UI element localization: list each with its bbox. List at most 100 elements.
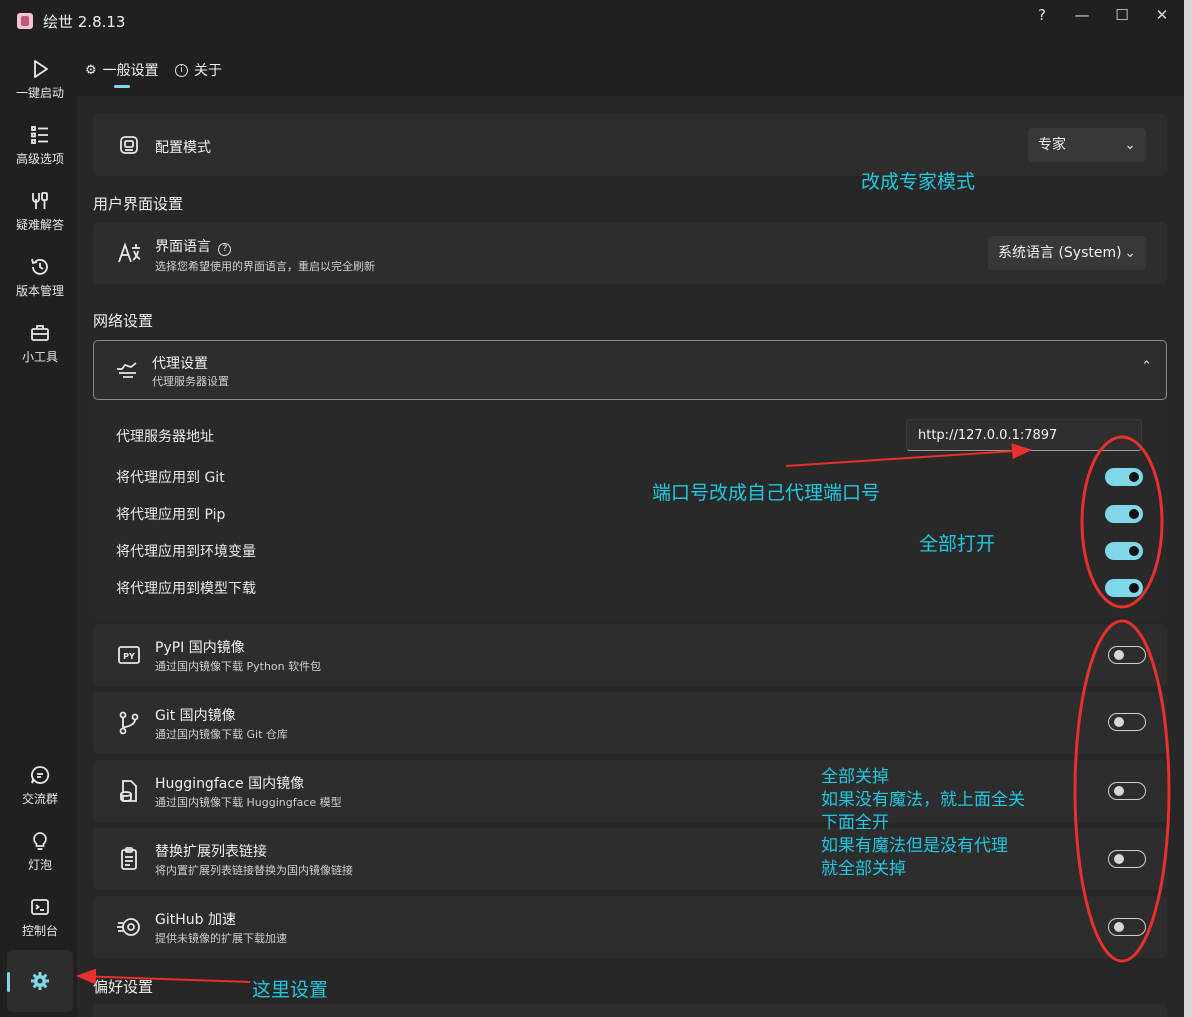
github-accel-toggle[interactable] [1108, 918, 1146, 936]
sidebar-item-label: 高级选项 [15, 152, 64, 166]
annotation-line: 如果没有魔法，就上面全关 [821, 790, 1025, 810]
speed-icon [117, 918, 140, 936]
huggingface-mirror-toggle[interactable] [1108, 782, 1146, 800]
svg-text:PY: PY [123, 652, 135, 661]
sidebar-item-launch[interactable]: 一键启动 [7, 50, 73, 112]
mirror-subtitle: 提供未镜像的扩展下载加速 [155, 932, 287, 945]
database-icon [120, 780, 137, 802]
app-logo-icon [17, 13, 33, 29]
proxy-model-label: 将代理应用到模型下载 [116, 581, 256, 597]
pypi-mirror-toggle[interactable] [1108, 646, 1146, 664]
github-accel-card: GitHub 加速 提供未镜像的扩展下载加速 [93, 896, 1167, 958]
language-card: 界面语言 ? 选择您希望使用的界面语言，重启以完全刷新 系统语言 (System… [93, 222, 1167, 284]
sidebar: 一键启动 高级选项 疑难解答 版本管理 小工具 交流群 灯泡 控制台 [4, 42, 76, 1017]
language-subtitle: 选择您希望使用的界面语言，重启以完全刷新 [155, 260, 375, 273]
proxy-pip-label: 将代理应用到 Pip [116, 507, 226, 523]
proxy-git-toggle[interactable] [1105, 468, 1143, 486]
close-button[interactable]: ✕ [1142, 4, 1182, 26]
list-icon [31, 126, 48, 144]
pypi-icon: PY [118, 646, 140, 664]
tab-label: 关于 [194, 63, 222, 79]
proxy-subtitle: 代理服务器设置 [152, 375, 229, 388]
config-mode-select[interactable]: 专家 ⌄ [1028, 128, 1146, 162]
sidebar-item-tools[interactable]: 小工具 [7, 314, 73, 376]
history-icon [31, 258, 48, 275]
annotation-port: 端口号改成自己代理端口号 [652, 482, 881, 504]
tab-bar: ⚙ 一般设置 i 关于 [77, 42, 1184, 96]
chevron-up-icon[interactable]: ⌃ [1141, 359, 1152, 374]
language-icon [118, 242, 141, 263]
chevron-down-icon: ⌄ [1124, 137, 1136, 153]
minimize-button[interactable]: — [1062, 4, 1102, 26]
tab-label: 一般设置 [102, 63, 159, 79]
app-title: 绘世 2.8.13 [43, 13, 126, 31]
help-circle-icon[interactable]: ? [218, 243, 232, 256]
annotation-all-on: 全部打开 [919, 533, 996, 555]
mirror-subtitle: 通过国内镜像下载 Huggingface 模型 [155, 796, 342, 809]
ui-section-title: 用户界面设置 [93, 195, 184, 213]
tab-general[interactable]: ⚙ 一般设置 [85, 60, 159, 80]
proxy-address-label: 代理服务器地址 [116, 429, 214, 445]
play-icon [34, 60, 48, 78]
annotation-settings-here: 这里设置 [252, 979, 329, 1001]
outer-window-edge [1184, 0, 1192, 1017]
maximize-button[interactable]: ☐ [1102, 4, 1142, 26]
config-mode-card: 配置模式 专家 ⌄ [93, 114, 1167, 176]
proxy-settings-body: 代理服务器地址 http://127.0.0.1:7897 将代理应用到 Git… [93, 400, 1167, 618]
proxy-address-input[interactable]: http://127.0.0.1:7897 [906, 419, 1142, 451]
sidebar-item-label: 版本管理 [15, 284, 64, 298]
proxy-git-label: 将代理应用到 Git [116, 470, 225, 486]
tab-indicator [114, 85, 130, 88]
sidebar-item-lightbulb[interactable]: 灯泡 [7, 822, 73, 884]
language-select[interactable]: 系统语言 (System) ⌄ [988, 236, 1146, 270]
sidebar-item-community[interactable]: 交流群 [7, 756, 73, 818]
proxy-title: 代理设置 [152, 356, 208, 372]
title-bar: 绘世 2.8.13 ? — ☐ ✕ [4, 0, 1184, 42]
extension-list-toggle[interactable] [1108, 850, 1146, 868]
gear-icon [31, 972, 49, 990]
mirror-title: PyPI 国内镜像 [155, 640, 245, 656]
console-icon [31, 899, 49, 915]
sidebar-item-console[interactable]: 控制台 [7, 888, 73, 950]
clipboard-icon [121, 847, 137, 870]
mirror-title: 替换扩展列表链接 [155, 844, 267, 860]
proxy-settings-header[interactable]: 代理设置 代理服务器设置 ⌃ [93, 340, 1167, 400]
annotation-line: 全部关掉 [821, 767, 889, 787]
config-mode-value: 专家 [1038, 137, 1066, 153]
config-mode-title: 配置模式 [155, 140, 211, 156]
preference-section-title: 偏好设置 [93, 978, 154, 996]
mirror-title: GitHub 加速 [155, 912, 236, 928]
sidebar-item-label: 交流群 [21, 792, 58, 806]
language-title: 界面语言 [155, 239, 211, 255]
pypi-mirror-card: PY PyPI 国内镜像 通过国内镜像下载 Python 软件包 [93, 624, 1167, 686]
sidebar-item-label: 一键启动 [15, 86, 64, 100]
lightbulb-icon [33, 832, 47, 850]
mirror-subtitle: 通过国内镜像下载 Git 仓库 [155, 728, 288, 741]
language-title-row: 界面语言 ? [155, 236, 232, 256]
config-icon [120, 136, 138, 154]
language-value: 系统语言 (System) [998, 245, 1122, 261]
proxy-env-toggle[interactable] [1105, 542, 1143, 560]
proxy-pip-toggle[interactable] [1105, 505, 1143, 523]
mirror-title: Huggingface 国内镜像 [155, 776, 305, 792]
annotation-expert-mode: 改成专家模式 [861, 171, 976, 193]
sidebar-item-versions[interactable]: 版本管理 [7, 248, 73, 310]
sidebar-item-label: 控制台 [21, 924, 58, 938]
git-mirror-card: Git 国内镜像 通过国内镜像下载 Git 仓库 [93, 692, 1167, 754]
sidebar-item-advanced[interactable]: 高级选项 [7, 116, 73, 178]
git-branch-icon [119, 711, 139, 735]
tab-about[interactable]: i 关于 [175, 60, 222, 80]
help-button[interactable]: ? [1022, 4, 1062, 26]
git-mirror-toggle[interactable] [1108, 713, 1146, 731]
toolbox-icon [31, 325, 49, 341]
mirror-title: Git 国内镜像 [155, 708, 236, 724]
annotation-line: 如果有魔法但是没有代理 [821, 836, 1008, 856]
chevron-down-icon: ⌄ [1124, 245, 1136, 261]
network-section-title: 网络设置 [93, 312, 154, 330]
sidebar-item-settings[interactable] [7, 950, 73, 1012]
info-icon: i [175, 63, 188, 77]
annotation-line: 下面全开 [821, 813, 889, 833]
annotation-line: 就全部关掉 [821, 859, 906, 879]
proxy-model-toggle[interactable] [1105, 579, 1143, 597]
sidebar-item-troubleshoot[interactable]: 疑难解答 [7, 182, 73, 244]
